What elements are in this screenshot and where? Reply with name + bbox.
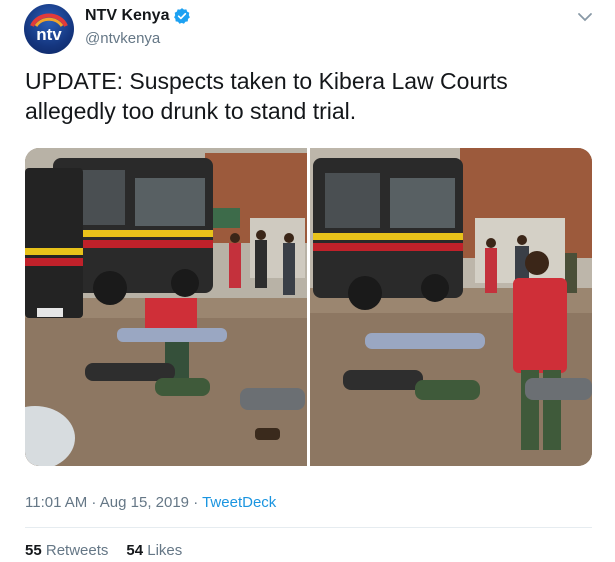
tweet-stats: 55 Retweets 54 Likes [25,542,182,559]
likes-count: 54 [126,542,144,559]
tweet-text: UPDATE: Suspects taken to Kibera Law Cou… [25,68,508,124]
avatar[interactable]: ntv [24,4,74,54]
likes-stat[interactable]: 54 Likes [126,542,182,559]
people-icon [229,230,295,295]
tweet-source-link[interactable]: TweetDeck [202,494,276,511]
photo-right[interactable] [310,148,592,466]
retweets-stat[interactable]: 55 Retweets [25,542,108,559]
likes-label: Likes [147,542,183,559]
display-name[interactable]: NTV Kenya [85,7,169,25]
bus-icon [25,158,213,318]
retweets-label: Retweets [45,542,109,559]
photo-left[interactable] [25,148,307,466]
tweet-media[interactable] [25,148,592,466]
divider [25,527,592,528]
handle[interactable]: @ntvkenya [85,30,160,47]
verified-badge-icon [174,8,191,24]
ntv-logo-icon: ntv [30,13,68,44]
media-photos [25,148,592,466]
tweet-timestamp[interactable]: 11:01 AM · Aug 15, 2019 · TweetDeck [25,494,276,511]
tweet-time[interactable]: 11:01 AM [25,494,87,511]
meta-separator: · [87,494,100,511]
tweet[interactable]: ntv NTV Kenya @ntvkenya UPDATE: Suspects… [0,0,615,562]
tweet-date[interactable]: Aug 15, 2019 [100,494,189,511]
meta-separator: · [189,494,203,511]
bus-icon [313,158,463,310]
avatar-logo-text: ntv [36,25,62,44]
chevron-down-icon[interactable] [576,8,594,26]
retweets-count: 55 [25,542,42,559]
